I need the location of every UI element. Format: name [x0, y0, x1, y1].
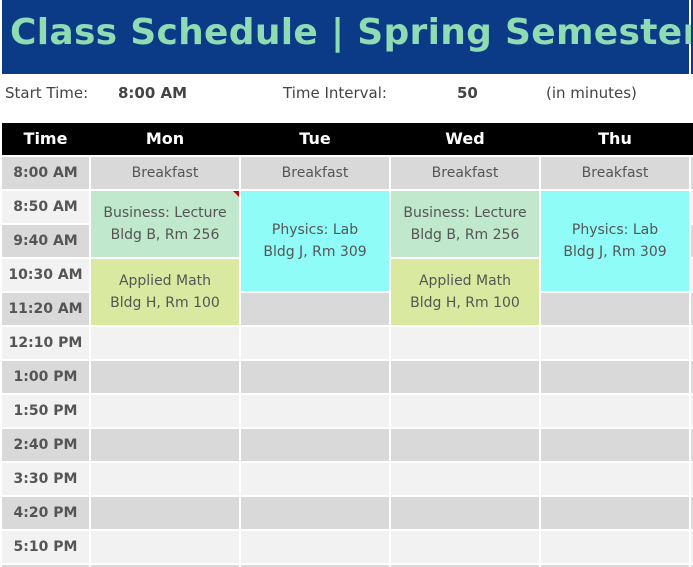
time-label: 9:40 AM	[13, 233, 78, 249]
event-title: Physics: Lab	[571, 222, 659, 238]
empty-slot[interactable]	[91, 327, 239, 359]
empty-slot[interactable]	[391, 531, 539, 563]
empty-slot[interactable]	[241, 361, 389, 393]
col-header-thu[interactable]: Thu	[541, 123, 689, 155]
time-label: 1:00 PM	[13, 369, 78, 385]
empty-slot[interactable]	[91, 463, 239, 495]
event-title: Breakfast	[281, 165, 349, 181]
event-location: Bldg H, Rm 100	[110, 295, 220, 311]
time-label: 5:10 PM	[13, 539, 78, 555]
empty-slot[interactable]	[91, 497, 239, 529]
event-applied-math[interactable]: Applied Math Bldg H, Rm 100	[91, 259, 239, 325]
event-location: Bldg B, Rm 256	[410, 227, 520, 243]
event-location: Bldg J, Rm 309	[563, 244, 667, 260]
empty-slot[interactable]	[241, 463, 389, 495]
time-slot: 1:00 PM	[2, 361, 89, 393]
empty-slot[interactable]	[541, 429, 689, 461]
event-applied-math[interactable]: Applied Math Bldg H, Rm 100	[391, 259, 539, 325]
event-title: Business: Lecture	[403, 205, 527, 221]
interval-label: Time Interval:	[283, 84, 387, 102]
event-physics-lab[interactable]: Physics: Lab Bldg J, Rm 309	[541, 191, 689, 291]
time-slot: 12:10 PM	[2, 327, 89, 359]
time-label: 8:00 AM	[13, 165, 78, 181]
time-slot: 11:20 AM	[2, 293, 89, 325]
time-slot: 3:30 PM	[2, 463, 89, 495]
empty-slot[interactable]	[391, 429, 539, 461]
event-title: Breakfast	[431, 165, 499, 181]
empty-slot[interactable]	[391, 497, 539, 529]
empty-slot[interactable]	[541, 531, 689, 563]
col-header-mon[interactable]: Mon	[91, 123, 239, 155]
time-label: 1:50 PM	[13, 403, 78, 419]
col-header-wed[interactable]: Wed	[391, 123, 539, 155]
event-title: Breakfast	[581, 165, 649, 181]
interval-unit: (in minutes)	[546, 84, 637, 102]
empty-slot[interactable]	[241, 327, 389, 359]
empty-slot[interactable]	[391, 327, 539, 359]
empty-slot[interactable]	[241, 293, 389, 325]
event-title: Physics: Lab	[271, 222, 359, 238]
interval-value[interactable]: 50	[457, 84, 478, 102]
empty-slot[interactable]	[541, 395, 689, 427]
start-time-label: Start Time:	[5, 84, 89, 102]
event-breakfast[interactable]: Breakfast	[541, 157, 689, 189]
time-label: 11:20 AM	[8, 301, 83, 317]
event-title: Business: Lecture	[103, 205, 227, 221]
time-slot: 9:40 AM	[2, 225, 89, 257]
time-slot: 4:20 PM	[2, 497, 89, 529]
empty-slot[interactable]	[541, 497, 689, 529]
empty-slot[interactable]	[391, 463, 539, 495]
time-slot: 8:00 AM	[2, 157, 89, 189]
time-slot: 2:40 PM	[2, 429, 89, 461]
event-breakfast[interactable]: Breakfast	[91, 157, 239, 189]
title-band: Class Schedule | Spring Semester	[2, 0, 693, 74]
empty-slot[interactable]	[391, 361, 539, 393]
empty-slot[interactable]	[241, 395, 389, 427]
time-label: 12:10 PM	[8, 335, 83, 351]
comment-indicator-icon[interactable]	[233, 191, 239, 197]
time-label: 3:30 PM	[13, 471, 78, 487]
event-business-lecture[interactable]: Business: Lecture Bldg B, Rm 256	[391, 191, 539, 257]
empty-slot[interactable]	[91, 429, 239, 461]
event-breakfast[interactable]: Breakfast	[241, 157, 389, 189]
time-label: 4:20 PM	[13, 505, 78, 521]
empty-slot[interactable]	[541, 463, 689, 495]
event-location: Bldg J, Rm 309	[263, 244, 367, 260]
empty-slot[interactable]	[241, 429, 389, 461]
start-time-value[interactable]: 8:00 AM	[118, 84, 187, 102]
empty-slot[interactable]	[241, 531, 389, 563]
page-title: Class Schedule | Spring Semester	[10, 12, 693, 53]
empty-slot[interactable]	[541, 293, 689, 325]
col-header-tue[interactable]: Tue	[241, 123, 389, 155]
empty-slot[interactable]	[541, 361, 689, 393]
empty-slot[interactable]	[241, 497, 389, 529]
event-title: Applied Math	[418, 273, 512, 289]
event-physics-lab[interactable]: Physics: Lab Bldg J, Rm 309	[241, 191, 389, 291]
time-slot: 10:30 AM	[2, 259, 89, 291]
event-location: Bldg H, Rm 100	[410, 295, 520, 311]
time-label: 10:30 AM	[8, 267, 83, 283]
event-title: Breakfast	[131, 165, 199, 181]
empty-slot[interactable]	[91, 361, 239, 393]
empty-slot[interactable]	[391, 395, 539, 427]
empty-slot[interactable]	[541, 327, 689, 359]
event-breakfast[interactable]: Breakfast	[391, 157, 539, 189]
time-label: 8:50 AM	[13, 199, 78, 215]
empty-slot[interactable]	[91, 395, 239, 427]
event-location: Bldg B, Rm 256	[110, 227, 220, 243]
event-title: Applied Math	[118, 273, 212, 289]
event-business-lecture[interactable]: Business: Lecture Bldg B, Rm 256	[91, 191, 239, 257]
empty-slot[interactable]	[91, 531, 239, 563]
time-slot: 1:50 PM	[2, 395, 89, 427]
time-label: 2:40 PM	[13, 437, 78, 453]
time-slot: 5:10 PM	[2, 531, 89, 563]
col-header-time[interactable]: Time	[2, 123, 89, 155]
time-slot: 8:50 AM	[2, 191, 89, 223]
